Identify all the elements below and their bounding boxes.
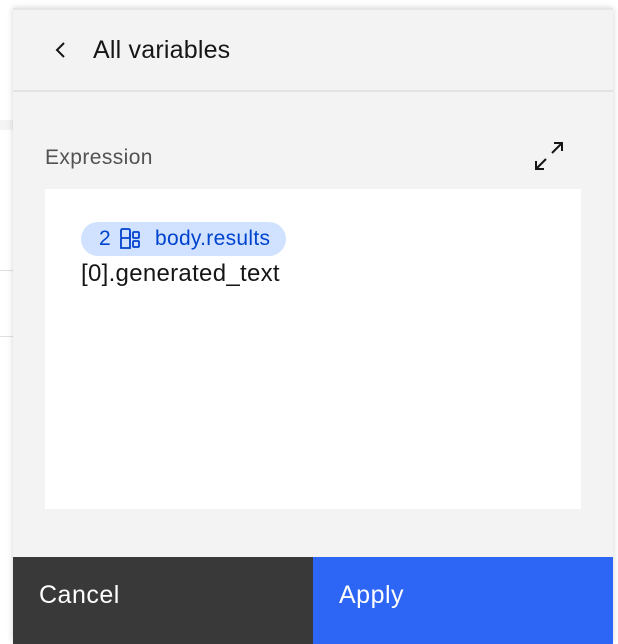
- variable-token[interactable]: 2 body.results: [81, 222, 287, 256]
- background-strip: [0, 120, 14, 130]
- expression-label: Expression: [45, 146, 153, 169]
- variable-expression-panel: All variables Expression 2 body.results …: [13, 8, 613, 644]
- panel-footer: Cancel Apply: [13, 557, 613, 644]
- background-divider: [0, 270, 14, 271]
- data-structure-icon: [119, 227, 143, 251]
- maximize-icon: [535, 142, 563, 170]
- back-button[interactable]: [41, 30, 81, 70]
- chevron-left-icon: [55, 42, 65, 58]
- expression-editor[interactable]: 2 body.results [0].generated_text: [45, 189, 581, 509]
- token-text: body.results: [154, 227, 271, 250]
- cancel-button[interactable]: Cancel: [13, 557, 313, 644]
- panel-body: Expression 2 body.results [0].generated_…: [13, 92, 613, 557]
- expression-text: [0].generated_text: [81, 260, 280, 287]
- panel-header: All variables: [13, 10, 613, 92]
- panel-title: All variables: [93, 35, 231, 64]
- background-divider: [0, 336, 14, 337]
- expand-button[interactable]: [531, 138, 567, 174]
- token-count: 2: [99, 227, 111, 250]
- apply-button[interactable]: Apply: [313, 557, 613, 644]
